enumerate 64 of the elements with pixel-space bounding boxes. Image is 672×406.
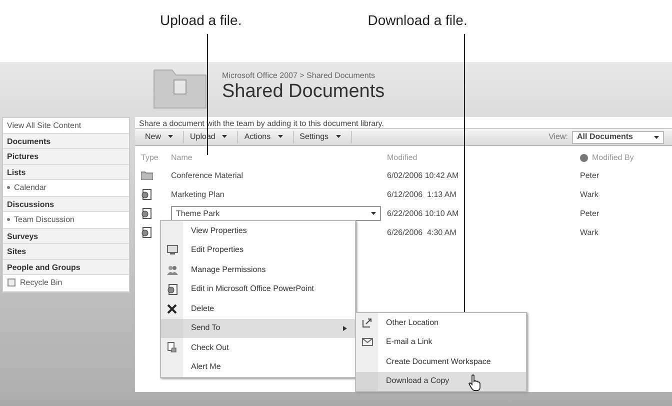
menu-item[interactable]: Other Location — [356, 313, 526, 332]
menu-item[interactable]: Create Document Workspace — [356, 352, 526, 372]
nav-link[interactable]: Team Discussion — [14, 214, 74, 226]
caret-icon — [654, 134, 659, 140]
modified-date: 6/02/2006 10:42 AM — [387, 170, 459, 180]
document-icon — [141, 188, 152, 200]
close-icon — [167, 304, 177, 314]
menu-item[interactable]: Download a Copy — [356, 372, 526, 391]
nav-heading[interactable]: Pictures — [3, 149, 129, 164]
recycle-bin-icon — [7, 278, 16, 288]
document-link[interactable]: Conference Material — [171, 170, 244, 180]
toolbar-menu-button[interactable]: Settings — [294, 131, 352, 143]
arrow-out-icon — [362, 317, 372, 328]
folder-icon — [141, 170, 153, 180]
caret-icon — [336, 134, 341, 140]
menu-item[interactable]: Manage Permissions — [161, 260, 355, 280]
status-icon — [580, 154, 588, 162]
menu-item[interactable]: Check Out — [161, 338, 355, 358]
caret-icon — [371, 211, 376, 216]
callout-label: Download a file. — [368, 11, 468, 30]
document-name-menu[interactable]: Theme Park — [171, 206, 381, 221]
document-icon — [141, 226, 152, 238]
monitor-icon — [166, 245, 178, 256]
menu-item[interactable]: Edit Properties — [161, 240, 355, 260]
modified-date: 6/12/2006 1:13 AM — [387, 190, 456, 198]
bullet-icon — [7, 218, 10, 222]
modified-date: 6/26/2006 4:30 AM — [387, 228, 456, 236]
breadcrumb[interactable]: Microsoft Office 2007 > Shared Documents — [222, 70, 385, 82]
page-title: Shared Documents — [222, 82, 385, 103]
modified-by: Peter — [580, 208, 600, 218]
callout-label: Upload a file. — [160, 11, 242, 30]
nav-heading[interactable]: Sites — [3, 244, 129, 260]
menu-item[interactable]: View Properties — [161, 221, 355, 240]
envelope-icon — [362, 337, 372, 348]
nav-link[interactable]: Calendar — [14, 182, 46, 194]
menu-item[interactable]: Alert Me — [161, 358, 355, 377]
view-dropdown[interactable]: All Documents — [572, 130, 664, 144]
caret-icon — [168, 134, 174, 140]
nav-heading[interactable]: Documents — [3, 134, 129, 149]
menu-item[interactable]: Delete — [161, 299, 355, 318]
menu-item[interactable]: E-mail a Link — [356, 332, 526, 352]
modified-by: Wark — [580, 228, 598, 236]
modified-by: Peter — [580, 170, 600, 180]
menu-item[interactable]: Edit in Microsoft Office PowerPoint — [161, 280, 355, 299]
document-icon — [141, 208, 152, 219]
document-icon — [166, 284, 178, 295]
people-icon — [166, 264, 178, 275]
submenu-arrow-icon — [342, 326, 347, 331]
caret-icon — [222, 134, 228, 140]
menu-item[interactable]: Send To — [161, 318, 355, 338]
nav-heading[interactable]: Surveys — [3, 228, 129, 244]
document-hand-icon — [166, 342, 178, 354]
toolbar-menu-button[interactable]: Actions — [238, 131, 294, 143]
document-link[interactable]: Marketing Plan — [171, 190, 224, 198]
toolbar-menu-button[interactable]: New — [139, 131, 184, 143]
view-label: View: — [548, 131, 568, 143]
bullet-icon — [7, 186, 10, 190]
caret-icon — [278, 134, 283, 140]
nav-heading[interactable]: People and Groups — [3, 260, 129, 275]
nav-link[interactable]: Recycle Bin — [20, 276, 62, 289]
nav-heading[interactable]: Lists — [3, 164, 129, 180]
nav-heading[interactable]: Discussions — [3, 196, 129, 212]
modified-date: 6/22/2006 10:10 AM — [387, 208, 459, 218]
modified-by: Wark — [580, 190, 598, 198]
